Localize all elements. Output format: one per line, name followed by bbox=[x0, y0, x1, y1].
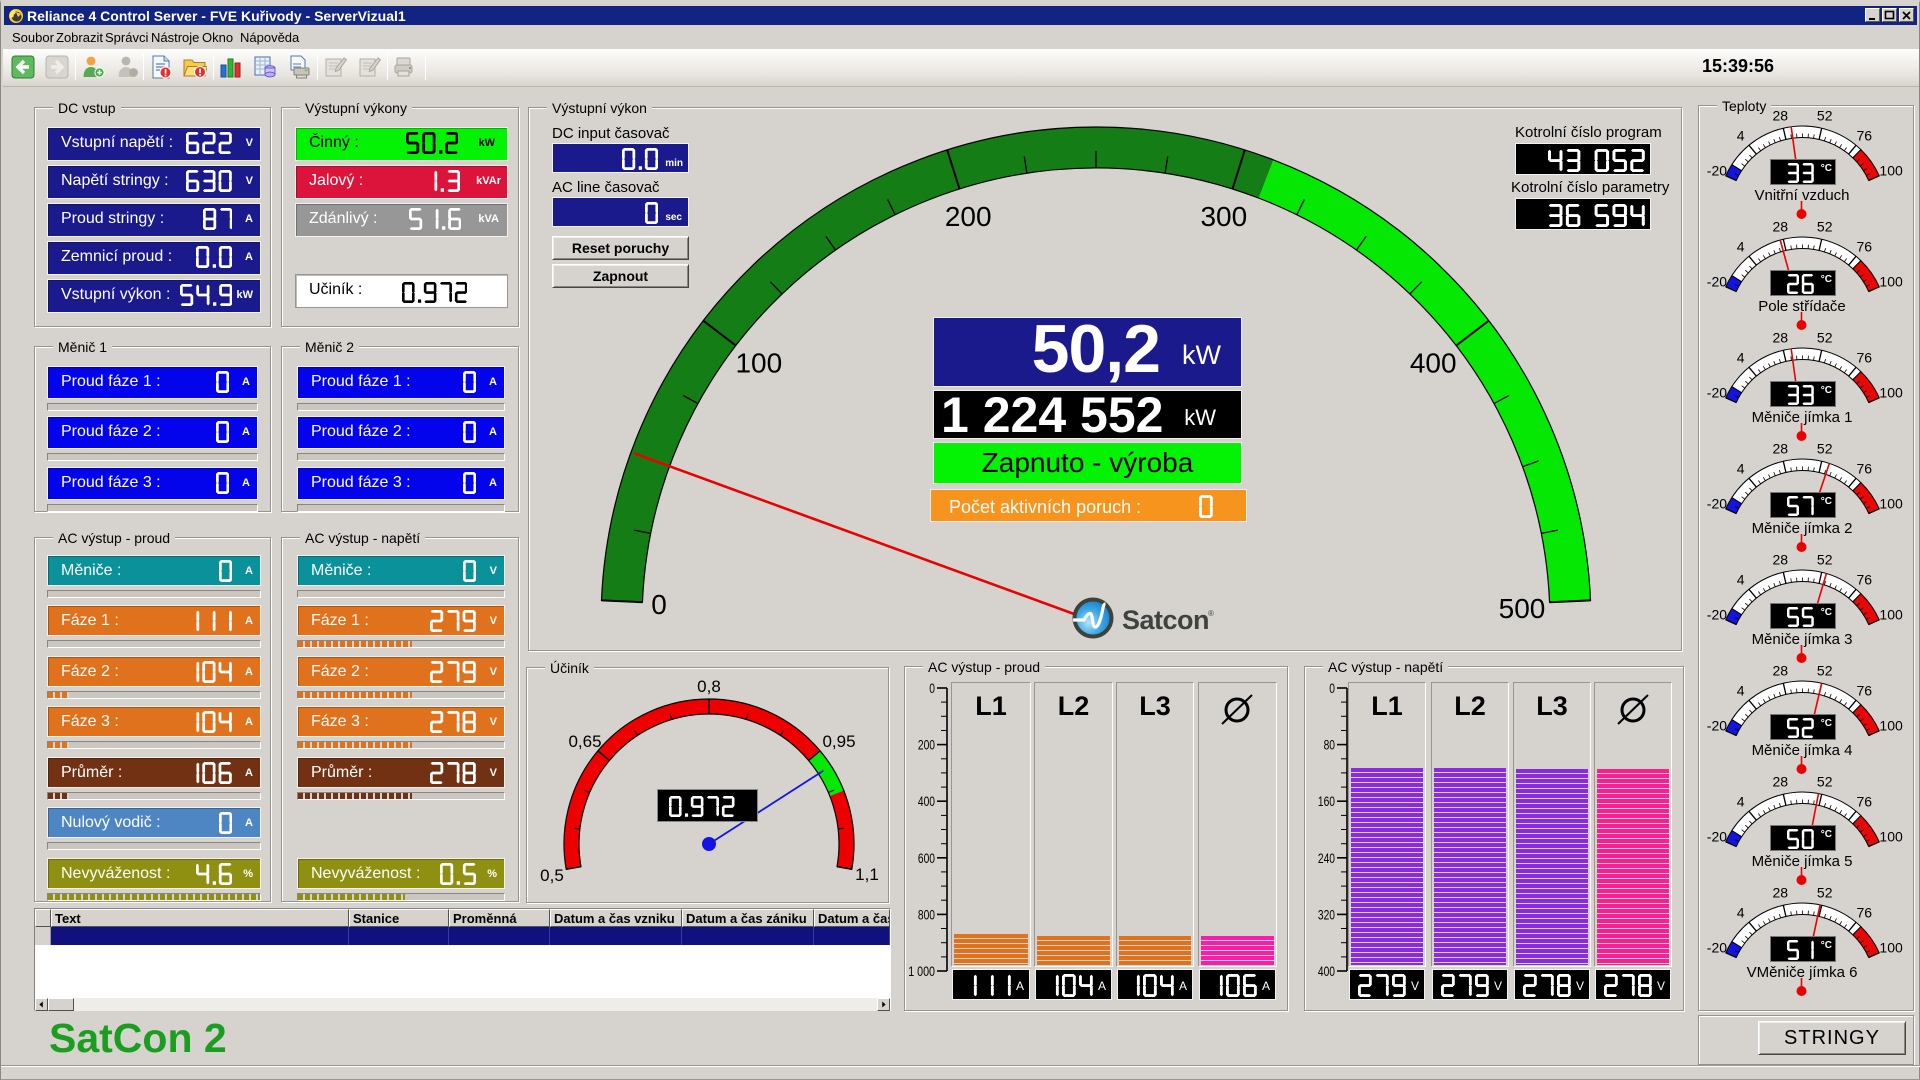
svg-text:52: 52 bbox=[1817, 885, 1833, 901]
svg-text:76: 76 bbox=[1857, 571, 1873, 587]
svg-text:52: 52 bbox=[1817, 774, 1833, 790]
svg-text:4: 4 bbox=[1737, 571, 1745, 587]
svg-text:76: 76 bbox=[1857, 682, 1873, 698]
svg-text:52: 52 bbox=[1817, 552, 1833, 568]
svg-text:100: 100 bbox=[1879, 274, 1903, 290]
svg-text:28: 28 bbox=[1773, 108, 1789, 124]
svg-text:52: 52 bbox=[1817, 108, 1833, 124]
svg-text:-20: -20 bbox=[1707, 718, 1727, 734]
svg-text:100: 100 bbox=[1879, 496, 1903, 512]
svg-text:76: 76 bbox=[1857, 793, 1873, 809]
svg-text:100: 100 bbox=[1879, 829, 1903, 845]
svg-text:100: 100 bbox=[1879, 940, 1903, 956]
svg-text:100: 100 bbox=[1879, 607, 1903, 623]
svg-text:-20: -20 bbox=[1707, 163, 1727, 179]
svg-text:52: 52 bbox=[1817, 441, 1833, 457]
svg-text:76: 76 bbox=[1857, 238, 1873, 254]
svg-text:28: 28 bbox=[1773, 219, 1789, 235]
svg-text:52: 52 bbox=[1817, 330, 1833, 346]
svg-text:52: 52 bbox=[1817, 219, 1833, 235]
svg-text:52: 52 bbox=[1817, 663, 1833, 679]
svg-text:4: 4 bbox=[1737, 238, 1745, 254]
svg-text:100: 100 bbox=[1879, 718, 1903, 734]
svg-text:100: 100 bbox=[1879, 163, 1903, 179]
svg-text:4: 4 bbox=[1737, 349, 1745, 365]
svg-text:-20: -20 bbox=[1707, 496, 1727, 512]
svg-text:28: 28 bbox=[1773, 663, 1789, 679]
svg-text:28: 28 bbox=[1773, 774, 1789, 790]
svg-text:-20: -20 bbox=[1707, 385, 1727, 401]
svg-text:100: 100 bbox=[1879, 385, 1903, 401]
svg-text:76: 76 bbox=[1857, 904, 1873, 920]
svg-text:-20: -20 bbox=[1707, 274, 1727, 290]
svg-text:4: 4 bbox=[1737, 127, 1745, 143]
svg-text:4: 4 bbox=[1737, 460, 1745, 476]
svg-text:28: 28 bbox=[1773, 885, 1789, 901]
svg-text:-20: -20 bbox=[1707, 607, 1727, 623]
svg-text:28: 28 bbox=[1773, 552, 1789, 568]
svg-text:28: 28 bbox=[1773, 330, 1789, 346]
svg-text:4: 4 bbox=[1737, 682, 1745, 698]
svg-text:76: 76 bbox=[1857, 460, 1873, 476]
svg-text:4: 4 bbox=[1737, 904, 1745, 920]
svg-text:76: 76 bbox=[1857, 349, 1873, 365]
svg-text:-20: -20 bbox=[1707, 829, 1727, 845]
svg-text:28: 28 bbox=[1773, 441, 1789, 457]
svg-text:-20: -20 bbox=[1707, 940, 1727, 956]
svg-text:76: 76 bbox=[1857, 127, 1873, 143]
svg-text:4: 4 bbox=[1737, 793, 1745, 809]
